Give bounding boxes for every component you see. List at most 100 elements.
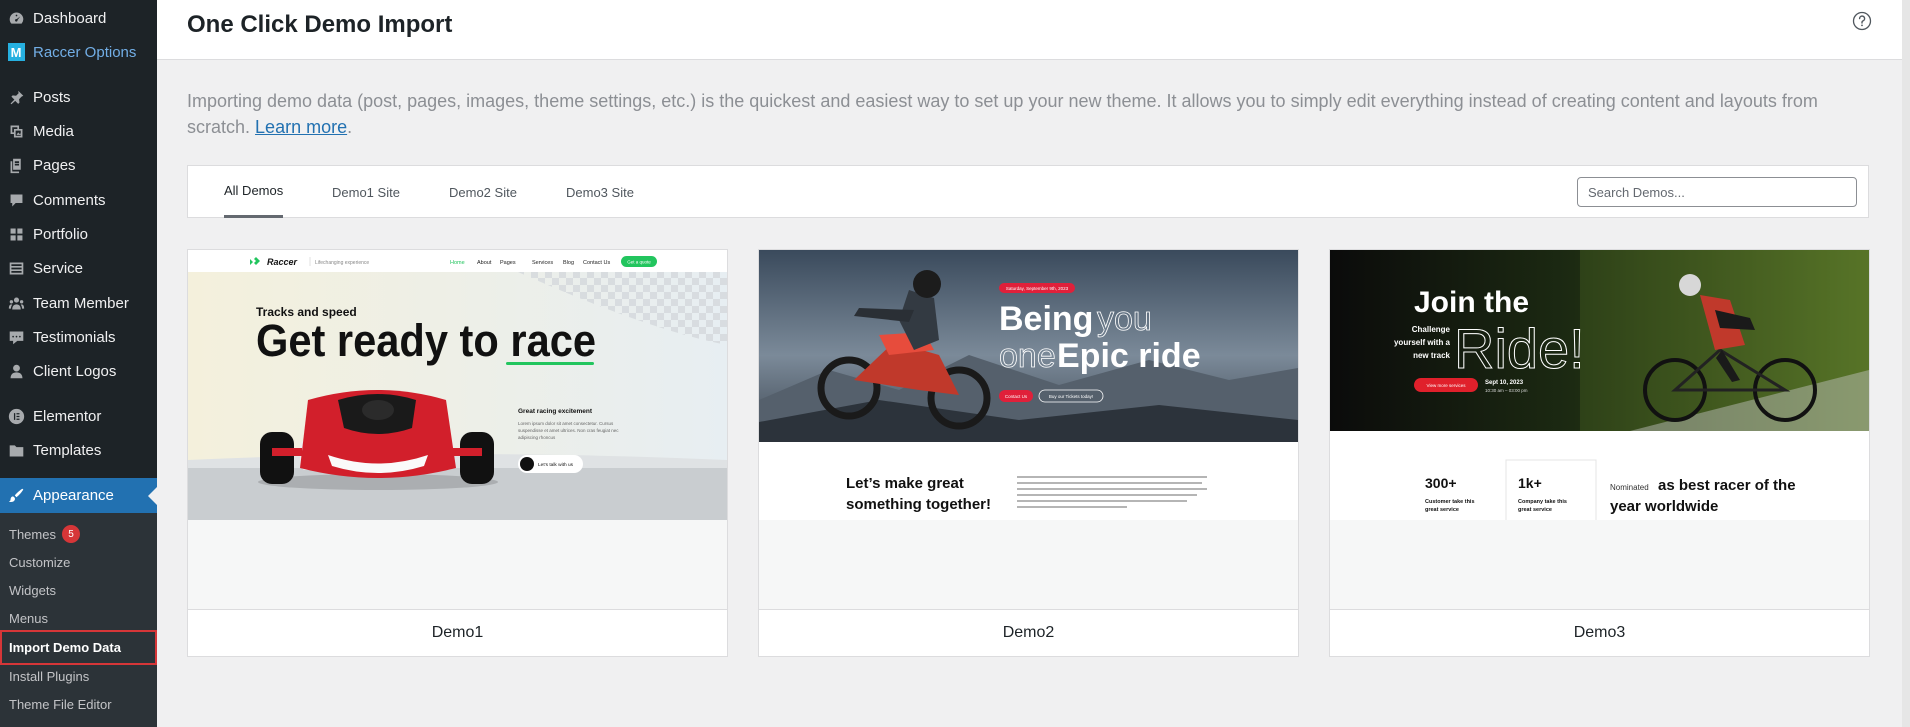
learn-more-link[interactable]: Learn more (255, 117, 347, 137)
svg-text:year worldwide: year worldwide (1610, 498, 1718, 515)
svg-text:Being: Being (999, 300, 1093, 338)
user-icon (6, 361, 26, 381)
active-indicator-arrow (148, 486, 157, 505)
sidebar-item-pages[interactable]: Pages (0, 149, 157, 181)
sidebar-item-client-logos[interactable]: Client Logos (0, 355, 157, 387)
sidebar-item-raccer-options[interactable]: M Raccer Options (0, 36, 157, 68)
demo-card-demo1[interactable]: Raccer Lifechanging experience Home Abou… (187, 249, 728, 657)
sidebar-item-service[interactable]: Service (0, 252, 157, 284)
svg-text:Challenge: Challenge (1412, 325, 1451, 334)
sidebar-item-team-member[interactable]: Team Member (0, 287, 157, 319)
svg-text:something together!: something together! (846, 496, 991, 513)
help-circle-icon[interactable] (1852, 11, 1872, 31)
sidebar-item-label: Appearance (33, 487, 114, 504)
svg-text:Home: Home (450, 260, 465, 266)
sidebar-item-label: Testimonials (33, 328, 116, 346)
groups-icon (6, 293, 26, 313)
tab-demo2-site[interactable]: Demo2 Site (449, 166, 517, 218)
sidebar-item-dashboard[interactable]: Dashboard (0, 2, 157, 34)
submenu-item-menus[interactable]: Menus (0, 605, 157, 631)
svg-text:yourself with a: yourself with a (1394, 338, 1451, 347)
submenu-item-label: Theme File Editor (9, 696, 112, 712)
sidebar-item-label: Templates (33, 441, 102, 459)
intro-text: Importing demo data (post, pages, images… (187, 91, 1818, 137)
demo-card-demo3[interactable]: Join the Challenge yourself with a new t… (1329, 249, 1870, 657)
tab-demo1-site[interactable]: Demo1 Site (332, 166, 400, 218)
svg-text:Let's talk with us: Let's talk with us (538, 462, 574, 468)
page-title: One Click Demo Import (187, 11, 453, 38)
sidebar-item-label: Client Logos (33, 362, 117, 380)
demo-preview-image: Join the Challenge yourself with a new t… (1330, 250, 1869, 610)
svg-text:Lifechanging experience: Lifechanging experience (315, 260, 369, 266)
media-icon (6, 121, 26, 141)
demo-card-title: Demo1 (188, 609, 727, 656)
raccer-logo-icon: M (6, 42, 26, 62)
sidebar-item-label: Pages (33, 156, 76, 174)
sidebar-item-elementor[interactable]: Elementor (0, 400, 157, 432)
svg-text:Contact Us: Contact Us (1005, 394, 1028, 399)
svg-text:Saturday, September 9th, 2023: Saturday, September 9th, 2023 (1006, 286, 1069, 291)
update-count-badge: 5 (61, 525, 80, 543)
submenu-item-install-plugins[interactable]: Install Plugins (0, 663, 157, 689)
pin-icon (6, 87, 26, 107)
svg-text:Services: Services (532, 260, 553, 266)
sidebar-item-label: Dashboard (33, 9, 107, 27)
sidebar-item-portfolio[interactable]: Portfolio (0, 218, 157, 250)
submenu-item-theme-file-editor[interactable]: Theme File Editor (0, 691, 157, 717)
sidebar-item-label: Service (33, 259, 84, 277)
sidebar-item-appearance[interactable]: Appearance (0, 478, 157, 513)
demo-card-title: Demo2 (759, 609, 1298, 656)
comment-icon (6, 190, 26, 210)
svg-text:as best racer of the: as best racer of the (1658, 477, 1796, 494)
sidebar-item-posts[interactable]: Posts (0, 81, 157, 113)
svg-text:1k+: 1k+ (1518, 475, 1542, 491)
tab-demo3-site[interactable]: Demo3 Site (566, 166, 634, 218)
sidebar-item-label: Raccer Options (33, 43, 137, 61)
brush-icon (6, 486, 26, 506)
svg-text:Blog: Blog (563, 260, 574, 266)
sidebar-item-testimonials[interactable]: Testimonials (0, 321, 157, 353)
svg-text:adipiscing rhoncus: adipiscing rhoncus (518, 435, 556, 440)
svg-text:About: About (477, 260, 492, 266)
pages-icon (6, 155, 26, 175)
grid-icon (6, 224, 26, 244)
list-icon (6, 258, 26, 278)
submenu-item-label: Menus (9, 610, 49, 626)
intro-suffix: . (347, 117, 353, 137)
svg-text:View more services: View more services (1427, 383, 1467, 388)
sidebar-item-label: Portfolio (33, 225, 89, 243)
sidebar-item-label: Posts (33, 88, 71, 106)
submenu-item-label: Import Demo Data (9, 640, 121, 655)
sidebar-item-templates[interactable]: Templates (0, 434, 157, 466)
svg-text:Get a quote: Get a quote (627, 260, 651, 265)
submenu-item-customize[interactable]: Customize (0, 549, 157, 575)
sidebar-item-label: Media (33, 122, 74, 140)
svg-text:Epic ride: Epic ride (1057, 337, 1201, 375)
svg-text:great service: great service (1518, 507, 1552, 513)
demo-card-title: Demo3 (1330, 609, 1869, 656)
submenu-item-widgets[interactable]: Widgets (0, 577, 157, 603)
svg-text:Lorem ipsum dolor sit amet con: Lorem ipsum dolor sit amet consectetur. … (518, 421, 614, 426)
submenu-item-label: Widgets (9, 582, 56, 598)
sidebar-item-label: Team Member (33, 294, 129, 312)
svg-text:Sept 10, 2023: Sept 10, 2023 (1485, 380, 1524, 386)
sidebar-item-media[interactable]: Media (0, 115, 157, 147)
svg-text:Nominated: Nominated (1610, 483, 1649, 492)
demo-preview-image: Raccer Lifechanging experience Home Abou… (188, 250, 727, 610)
search-demos-input[interactable] (1577, 177, 1857, 207)
sidebar-item-comments[interactable]: Comments (0, 184, 157, 216)
svg-text:great service: great service (1425, 507, 1459, 513)
svg-text:new track: new track (1413, 351, 1450, 360)
submenu-item-label: Themes (9, 526, 56, 542)
demo-filter-bar: All Demos Demo1 Site Demo2 Site Demo3 Si… (187, 165, 1869, 218)
tab-all-demos[interactable]: All Demos (224, 166, 284, 218)
submenu-item-import-demo-data[interactable]: Import Demo Data (0, 630, 157, 665)
submenu-item-themes[interactable]: Themes 5 (0, 521, 157, 547)
window-scrollbar[interactable] (1902, 0, 1910, 727)
svg-text:Get ready to race: Get ready to race (256, 315, 596, 366)
page-header: One Click Demo Import (157, 0, 1902, 60)
submenu-item-label: Customize (9, 554, 71, 570)
svg-text:10:30 am – 03:00 pm: 10:30 am – 03:00 pm (1485, 388, 1528, 393)
demo-preview-image: Saturday, September 9th, 2023 Being you … (759, 250, 1298, 610)
demo-card-demo2[interactable]: Saturday, September 9th, 2023 Being you … (758, 249, 1299, 657)
